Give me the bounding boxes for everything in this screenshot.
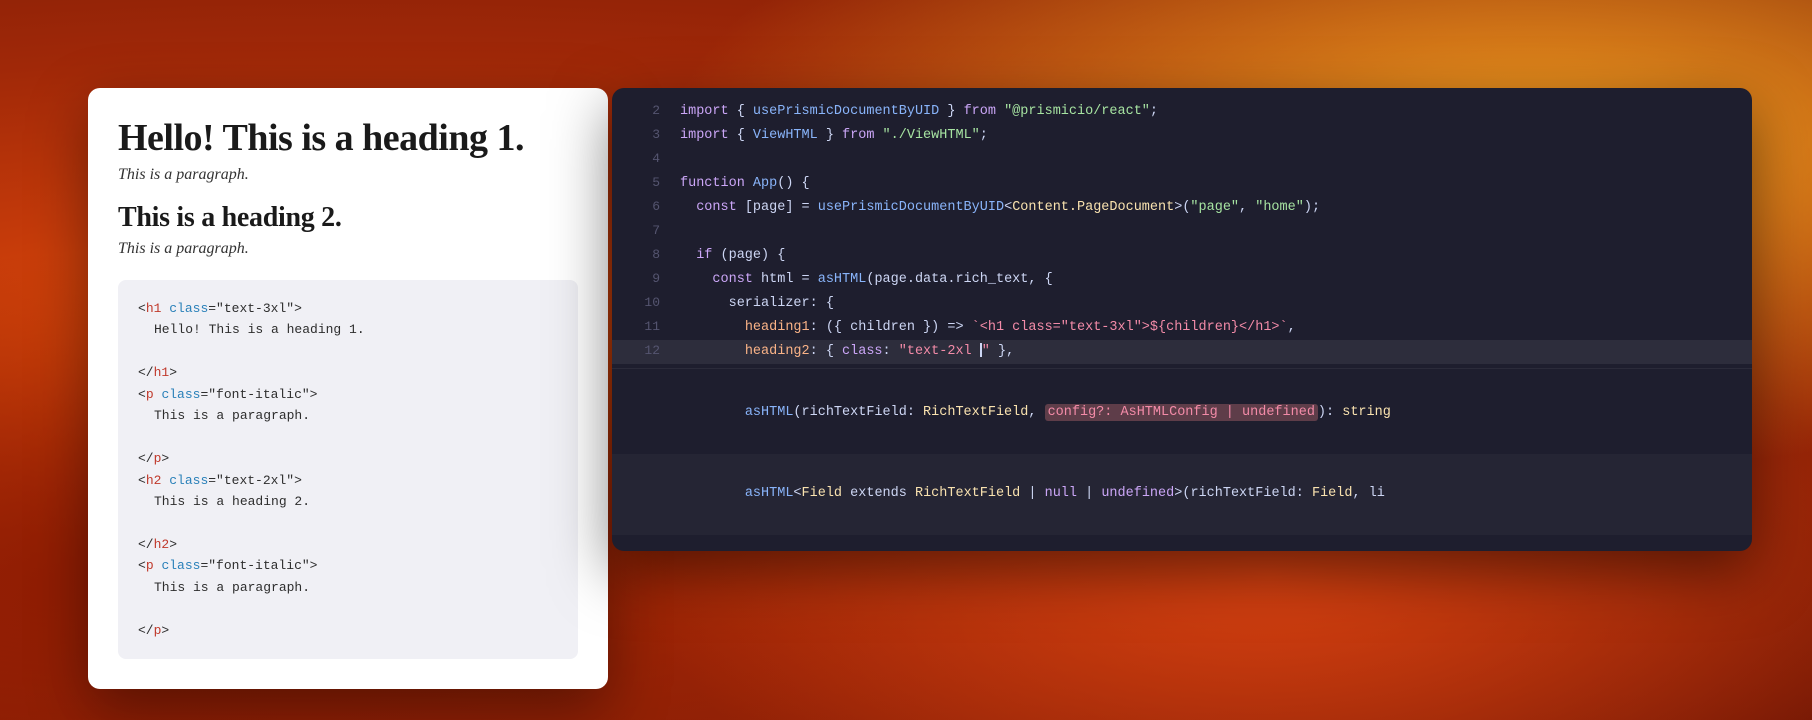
line-number-12: 12 (632, 340, 660, 362)
line-content-5: function App() { (680, 173, 810, 196)
preview-paragraph2: This is a paragraph. (118, 240, 578, 258)
line-number-7: 7 (632, 220, 660, 242)
line-content-3: import { ViewHTML } from "./ViewHTML"; (680, 125, 988, 148)
signature-divider (612, 368, 1752, 369)
line-number-4: 4 (632, 148, 660, 170)
code-line-9: 9 const html = asHTML(page.data.rich_tex… (612, 268, 1752, 292)
line-content-7 (680, 221, 688, 244)
line-content-2: import { usePrismicDocumentByUID } from … (680, 101, 1158, 124)
signature-content-1: asHTML(richTextField: RichTextField, con… (680, 379, 1391, 448)
preview-heading2: This is a heading 2. (118, 202, 578, 234)
line-number-9: 9 (632, 268, 660, 290)
line-content-10: serializer: { (680, 293, 834, 316)
line-content-12: heading2: { class: "text-2xl " }, (680, 341, 1014, 364)
preview-heading1: Hello! This is a heading 1. (118, 116, 578, 160)
line-content-9: const html = asHTML(page.data.rich_text,… (680, 269, 1053, 292)
code-line-7: 7 (612, 220, 1752, 244)
line-number-3: 3 (632, 124, 660, 146)
code-line-10: 10 serializer: { (612, 292, 1752, 316)
line-number-5: 5 (632, 172, 660, 194)
line-content-8: if (page) { (680, 245, 785, 268)
line-number-11: 11 (632, 316, 660, 338)
preview-panel: Hello! This is a heading 1. This is a pa… (88, 88, 608, 689)
preview-paragraph1: This is a paragraph. (118, 166, 578, 184)
code-line-5: 5 function App() { (612, 172, 1752, 196)
html-code-block: <h1 class="text-3xl"> Hello! This is a h… (118, 280, 578, 659)
line-content-4 (680, 149, 688, 172)
signature-content-2: asHTML<Field extends RichTextField | nul… (680, 460, 1385, 529)
signature-line-1: asHTML(richTextField: RichTextField, con… (612, 373, 1752, 454)
code-line-8: 8 if (page) { (612, 244, 1752, 268)
signature-line-2: asHTML<Field extends RichTextField | nul… (612, 454, 1752, 535)
code-line-4: 4 (612, 148, 1752, 172)
line-content-11: heading1: ({ children }) => `<h1 class="… (680, 317, 1296, 340)
line-number-10: 10 (632, 292, 660, 314)
code-line-3: 3 import { ViewHTML } from "./ViewHTML"; (612, 124, 1752, 148)
line-content-6: const [page] = usePrismicDocumentByUID<C… (680, 197, 1320, 220)
code-editor-panel: 2 import { usePrismicDocumentByUID } fro… (612, 88, 1752, 551)
line-number-6: 6 (632, 196, 660, 218)
code-line-12: 12 heading2: { class: "text-2xl " }, (612, 340, 1752, 364)
code-line-11: 11 heading1: ({ children }) => `<h1 clas… (612, 316, 1752, 340)
code-line-2: 2 import { usePrismicDocumentByUID } fro… (612, 100, 1752, 124)
code-editor: 2 import { usePrismicDocumentByUID } fro… (612, 88, 1752, 551)
code-line-6: 6 const [page] = usePrismicDocumentByUID… (612, 196, 1752, 220)
line-number-2: 2 (632, 100, 660, 122)
line-number-8: 8 (632, 244, 660, 266)
